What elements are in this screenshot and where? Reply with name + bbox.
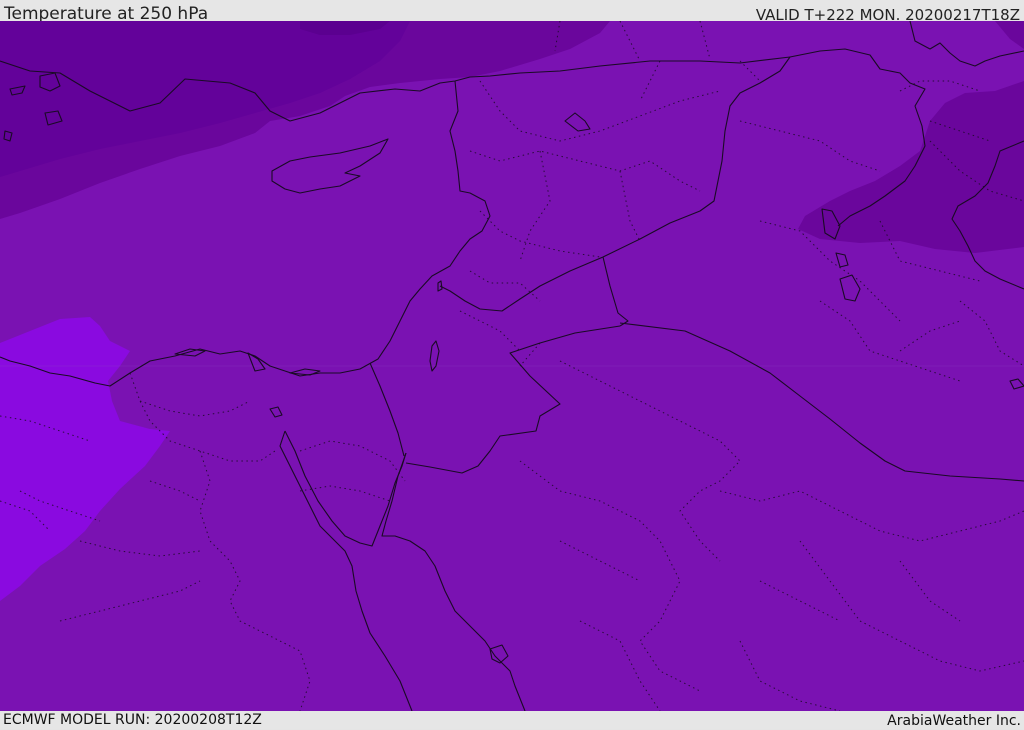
credit-label: ArabiaWeather Inc. [887, 713, 1021, 729]
header-bar: Temperature at 250 hPa VALID T+222 MON. … [0, 0, 1024, 24]
map-area[interactable] [0, 21, 1024, 711]
footer-bar: ECMWF MODEL RUN: 20200208T12Z ArabiaWeat… [0, 711, 1024, 729]
model-run-label: ECMWF MODEL RUN: 20200208T12Z [3, 712, 262, 728]
temperature-map [0, 21, 1024, 711]
